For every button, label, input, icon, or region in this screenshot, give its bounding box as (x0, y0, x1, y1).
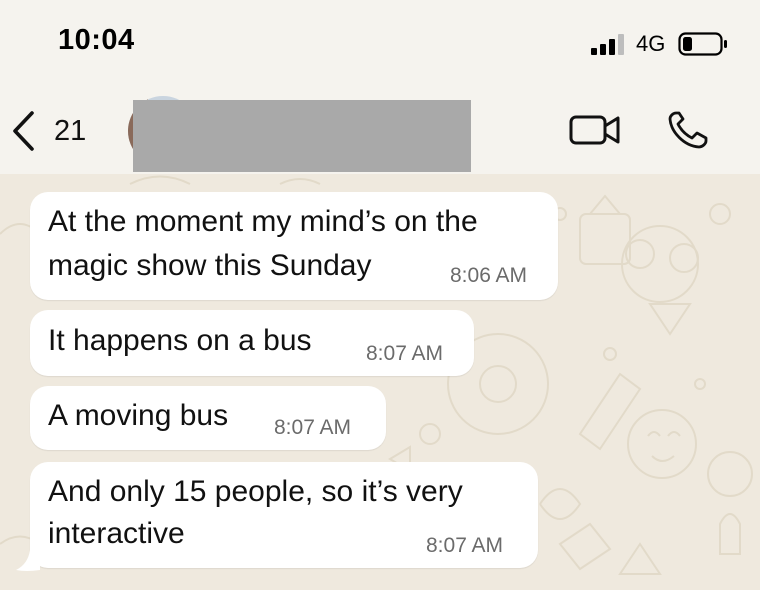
battery-icon (678, 32, 727, 56)
message-timestamp: 8:07 AM (274, 416, 352, 439)
message-text-line: At the moment my mind’s on the (48, 205, 478, 238)
status-time: 10:04 (58, 24, 135, 56)
chat-header: 21 (0, 90, 760, 174)
message-text-line: A moving bus (48, 399, 229, 432)
chat-screen: 10:04 4G 21 At the moment my mind’s on t… (0, 0, 760, 590)
message-bubble[interactable]: And only 15 people, so it’s very interac… (30, 462, 538, 568)
chevron-left-icon (13, 111, 34, 151)
message-text-line: And only 15 people, so it’s very (48, 475, 463, 508)
network-label: 4G (636, 31, 666, 56)
message-text-line: It happens on a bus (48, 324, 312, 357)
message-bubble[interactable]: At the moment my mind’s on the magic sho… (30, 192, 558, 300)
phone-icon[interactable] (666, 110, 710, 150)
back-button[interactable]: 21 (10, 108, 100, 154)
signal-bars-icon (591, 34, 624, 55)
unread-count: 21 (54, 114, 87, 147)
message-timestamp: 8:07 AM (366, 342, 444, 365)
message-text-line: interactive (48, 517, 185, 550)
chat-area[interactable]: At the moment my mind’s on the magic sho… (0, 174, 760, 590)
message-timestamp: 8:07 AM (426, 534, 504, 557)
video-camera-icon[interactable] (568, 112, 622, 148)
message-bubble[interactable]: It happens on a bus 8:07 AM (30, 310, 474, 376)
message-text-line: magic show this Sunday (48, 249, 372, 282)
message-bubble[interactable]: A moving bus 8:07 AM (30, 386, 386, 450)
message-timestamp: 8:06 AM (450, 264, 528, 287)
status-bar: 10:04 4G (0, 0, 760, 90)
bubble-tail (16, 550, 40, 571)
redacted-contact-name (133, 100, 471, 172)
